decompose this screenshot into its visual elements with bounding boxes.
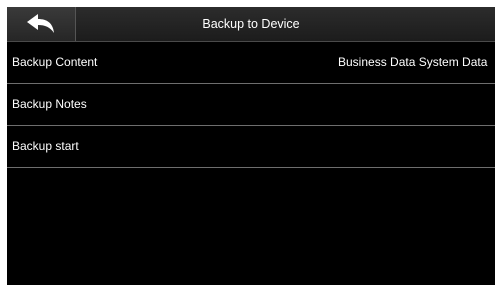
back-button[interactable] [7,7,76,41]
menu-item-label: Backup Content [12,55,98,69]
menu-item-label: Backup start [12,139,79,153]
menu-item-label: Backup Notes [12,97,87,111]
back-arrow-icon [27,14,54,33]
device-screen: Backup to Device Backup Content Business… [7,7,495,285]
menu-item-value: Business Data System Data [338,55,488,69]
menu-item-backup-start[interactable]: Backup start [7,126,495,168]
page-title: Backup to Device [202,17,300,31]
menu-item-backup-content[interactable]: Backup Content Business Data System Data [7,42,495,84]
title-bar: Backup to Device [7,7,495,42]
menu-item-backup-notes[interactable]: Backup Notes [7,84,495,126]
